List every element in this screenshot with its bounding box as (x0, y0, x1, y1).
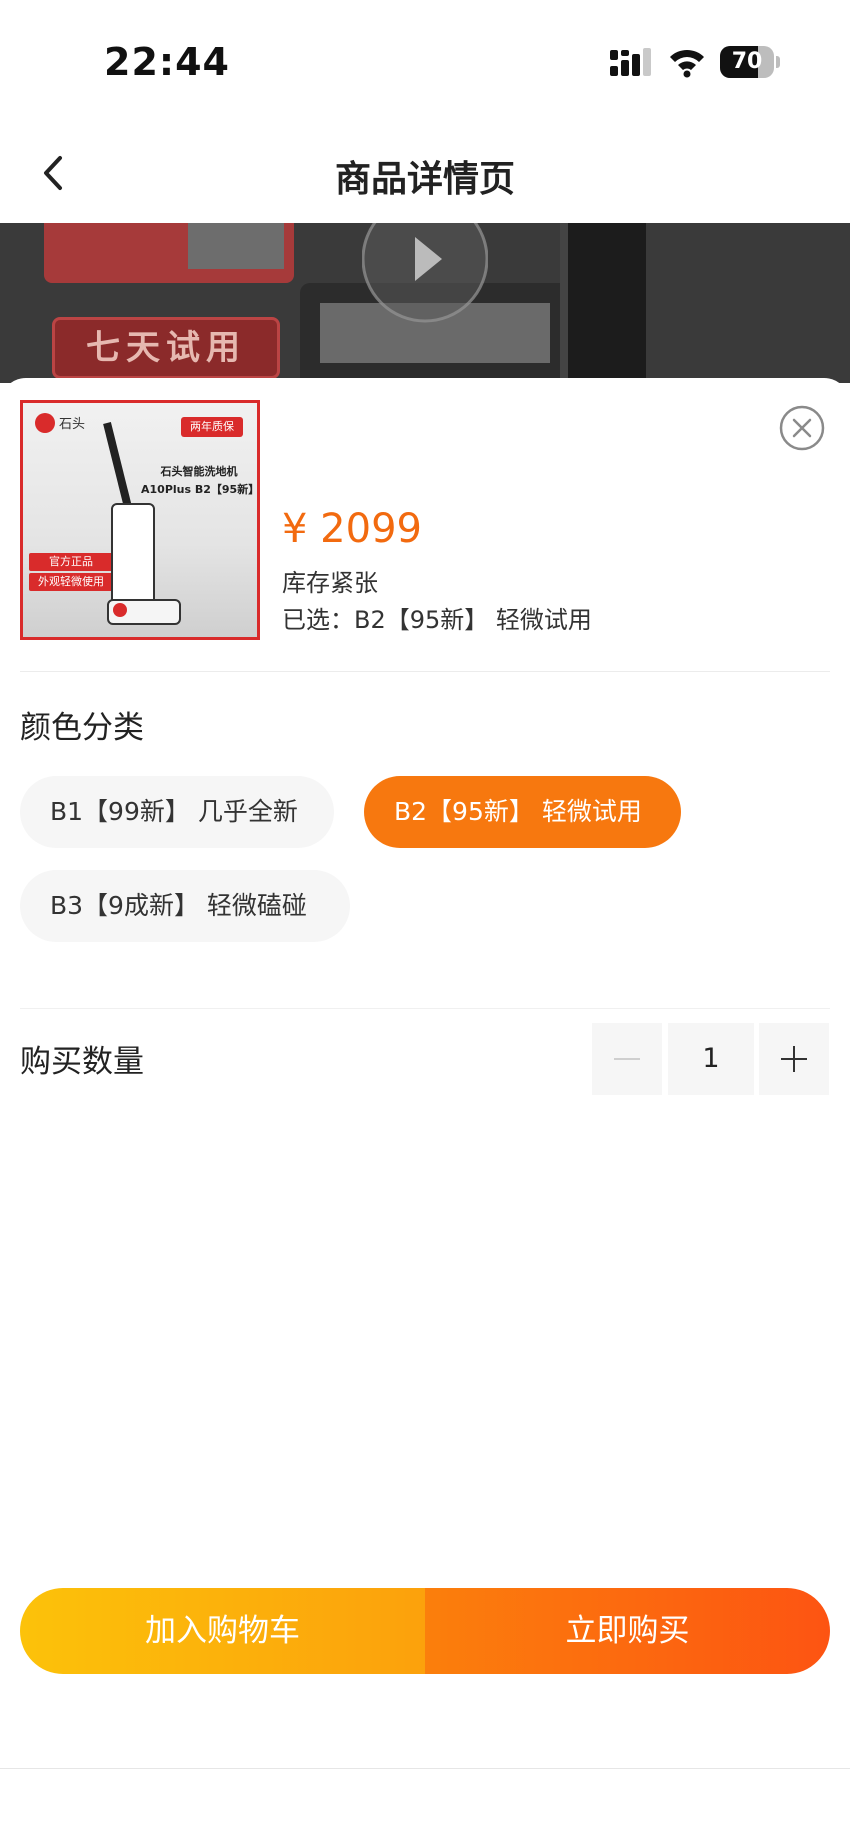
brand-logo-mark (35, 413, 55, 433)
hero-pole-image (560, 223, 646, 383)
trial-badge: 七天试用 (52, 317, 280, 379)
selected-label: 已选： (282, 606, 354, 634)
thumbnail-title-line: 石头智能洗地机 (160, 465, 238, 478)
nav-header: 商品详情页 (0, 120, 850, 223)
battery-icon: 70 (720, 46, 780, 78)
brand-name: 石头 (59, 417, 86, 432)
product-video-preview[interactable]: 七天试用 (0, 223, 850, 383)
quantity-title: 购买数量 (20, 1044, 144, 1080)
product-price: ¥ 2099 (282, 506, 422, 552)
variant-option-b2[interactable]: B2【95新】 轻微试用 (364, 776, 681, 848)
status-bar: 22:44 70 (0, 0, 850, 120)
status-time: 22:44 (104, 40, 230, 84)
battery-level: 70 (731, 49, 763, 74)
warranty-badge: 两年质保 (181, 417, 243, 437)
hero-card-inner (188, 223, 284, 269)
divider (20, 671, 830, 672)
variant-option-b1[interactable]: B1【99新】 几乎全新 (20, 776, 334, 848)
variant-section-title: 颜色分类 (20, 710, 144, 746)
battery-tip (776, 56, 780, 68)
thumbnail-tags: 官方正品 外观轻微使用 (29, 553, 113, 593)
play-icon[interactable] (362, 223, 488, 323)
action-bar: 加入购物车 立即购买 (20, 1588, 830, 1674)
divider (20, 1008, 830, 1009)
device-wheel (113, 603, 127, 617)
decrease-quantity-button[interactable] (592, 1023, 662, 1095)
device-body (111, 503, 155, 607)
close-icon (779, 405, 825, 451)
hero-card (44, 223, 294, 283)
product-thumbnail: 石头 两年质保 石头智能洗地机 A10Plus B2【95新】 官方正品 外观轻… (20, 400, 260, 640)
add-to-cart-button[interactable]: 加入购物车 (20, 1588, 425, 1674)
wifi-icon (670, 49, 704, 78)
bottom-divider (0, 1768, 850, 1769)
signal-icon (610, 48, 651, 76)
quantity-stepper: 1 (592, 1023, 829, 1095)
buy-now-button[interactable]: 立即购买 (425, 1588, 830, 1674)
increase-quantity-button[interactable] (759, 1023, 829, 1095)
thumbnail-title-line: A10Plus B2【95新】 (141, 483, 260, 496)
stock-status: 库存紧张 (282, 569, 378, 597)
selected-value: B2【95新】 轻微试用 (354, 606, 592, 634)
thumbnail-title: 石头智能洗地机 A10Plus B2【95新】 (141, 463, 257, 499)
selected-variant: 已选：B2【95新】 轻微试用 (282, 600, 592, 635)
close-button[interactable] (778, 404, 826, 452)
thumbnail-tag: 官方正品 (29, 553, 113, 571)
minus-icon (614, 1058, 640, 1060)
thumbnail-tag: 外观轻微使用 (29, 573, 113, 591)
brand-logo: 石头 (31, 411, 93, 437)
quantity-input[interactable]: 1 (668, 1023, 754, 1095)
trial-badge-text: 七天试用 (86, 328, 246, 368)
variant-option-b3[interactable]: B3【9成新】 轻微磕碰 (20, 870, 350, 942)
page-title: 商品详情页 (334, 159, 515, 200)
